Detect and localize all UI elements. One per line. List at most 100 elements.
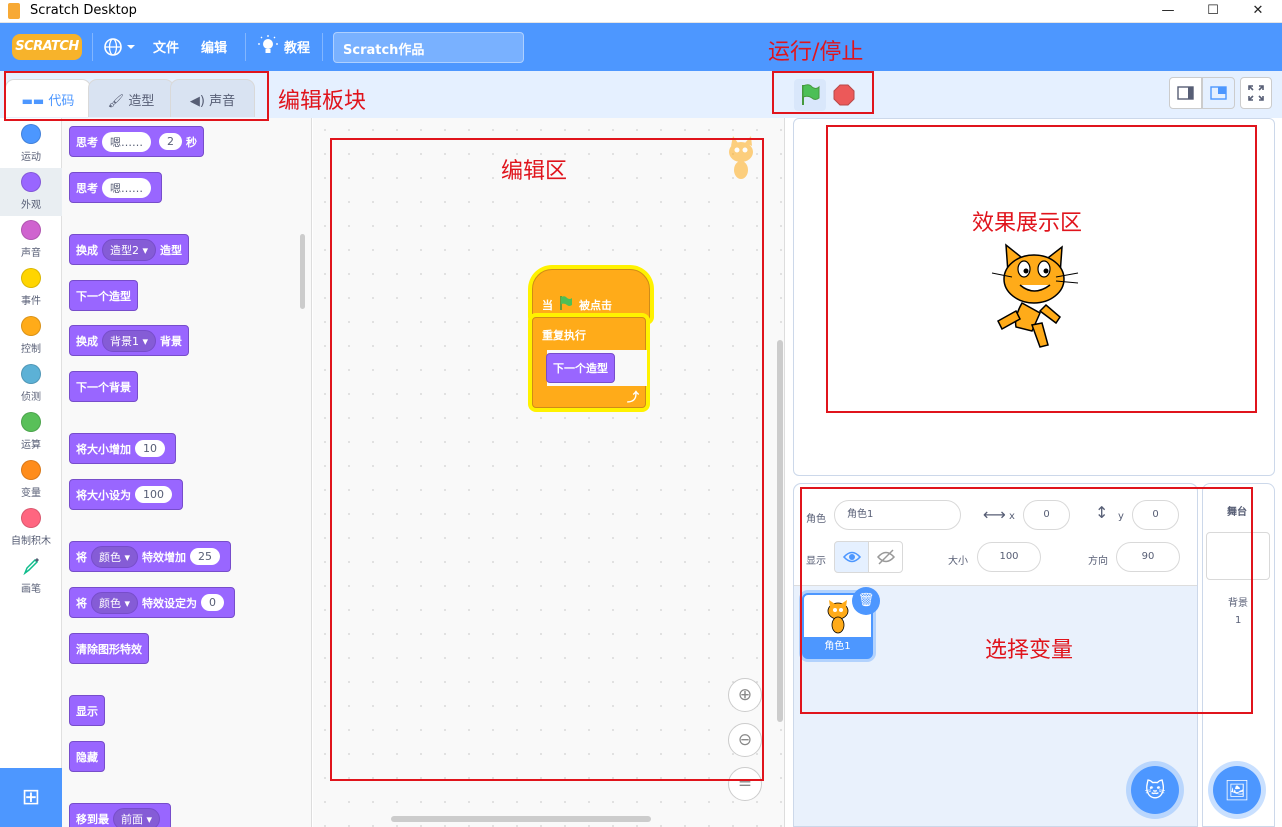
file-menu[interactable]: 文件 <box>153 37 179 56</box>
fullscreen-button[interactable] <box>1240 77 1272 109</box>
add-extension-icon: ⊞ <box>21 785 41 810</box>
block-input[interactable]: 25 <box>190 548 221 565</box>
block-change-size[interactable]: 将大小增加 10 <box>69 433 176 464</box>
annotation-run-stop: 运行/停止 <box>768 40 864 65</box>
category-motion[interactable]: 运动 <box>0 120 62 168</box>
block-dropdown[interactable]: 背景1 ▾ <box>102 329 157 352</box>
block-text: 移到最 <box>76 812 109 826</box>
block-dropdown[interactable]: 前面 ▾ <box>113 807 161 827</box>
globe-icon <box>104 38 135 56</box>
events-dot-icon <box>21 268 41 288</box>
menu-separator <box>245 33 246 61</box>
block-dropdown[interactable]: 颜色 ▾ <box>91 545 139 568</box>
block-text: 换成 <box>76 243 98 257</box>
block-think-for-secs[interactable]: 思考 嗯…… 2 秒 <box>69 126 204 157</box>
category-sensing[interactable]: 侦测 <box>0 360 62 408</box>
cat-add-icon: 🐱 <box>1144 778 1166 802</box>
category-label: 画笔 <box>21 584 41 595</box>
category-variables[interactable]: 变量 <box>0 456 62 504</box>
block-text: 思考 <box>76 135 98 149</box>
block-text: 将 <box>76 596 87 610</box>
block-dropdown[interactable]: 颜色 ▾ <box>91 591 139 614</box>
variables-dot-icon <box>21 460 41 480</box>
category-pen[interactable]: 画笔 <box>0 552 62 600</box>
block-text: 特效设定为 <box>142 596 198 610</box>
block-dropdown[interactable]: 造型2 ▾ <box>102 238 157 261</box>
block-text: 秒 <box>186 135 197 149</box>
block-input[interactable]: 嗯…… <box>102 177 151 198</box>
language-menu[interactable] <box>103 36 139 58</box>
block-set-size[interactable]: 将大小设为 100 <box>69 479 183 510</box>
tutorials-button[interactable]: 教程 <box>258 35 318 59</box>
category-label: 控制 <box>21 344 41 355</box>
scratch-logo[interactable]: SCRATCH <box>12 34 82 60</box>
category-label: 声音 <box>21 248 41 259</box>
tutorials-label: 教程 <box>284 41 311 56</box>
block-hide[interactable]: 隐藏 <box>69 741 105 772</box>
small-stage-icon <box>1177 86 1194 100</box>
block-think[interactable]: 思考 嗯…… <box>69 172 162 203</box>
project-title-input[interactable]: Scratch作品 <box>333 32 524 63</box>
block-text: 隐藏 <box>76 750 98 764</box>
sound-dot-icon <box>21 220 41 240</box>
block-next-backdrop[interactable]: 下一个背景 <box>69 371 138 402</box>
app-icon <box>8 3 20 19</box>
block-palette: 思考 嗯…… 2 秒 思考 嗯…… 换成 造型2 ▾ 造型 下一个造型 换成 背… <box>62 118 312 827</box>
lightbulb-icon <box>258 35 278 53</box>
annotation-box-sprite <box>800 487 1253 714</box>
looks-dot-icon <box>21 172 41 192</box>
annotation-select-var: 选择变量 <box>985 638 1074 663</box>
block-clear-effects[interactable]: 清除图形特效 <box>69 633 149 664</box>
block-switch-backdrop[interactable]: 换成 背景1 ▾ 背景 <box>69 325 190 356</box>
add-extension-button[interactable]: ⊞ <box>0 768 62 827</box>
menu-separator <box>92 33 93 61</box>
control-dot-icon <box>21 316 41 336</box>
block-input[interactable]: 0 <box>201 594 225 611</box>
block-switch-costume[interactable]: 换成 造型2 ▾ 造型 <box>69 234 190 265</box>
category-events[interactable]: 事件 <box>0 264 62 312</box>
block-input[interactable]: 2 <box>159 133 182 150</box>
category-operators[interactable]: 运算 <box>0 408 62 456</box>
fullscreen-icon <box>1248 85 1264 101</box>
block-categories: 运动 外观 声音 事件 控制 侦测 运算 变量 自制积木 画笔 <box>0 118 62 768</box>
category-looks[interactable]: 外观 <box>0 168 62 216</box>
annotation-box-run-stop <box>772 71 874 114</box>
block-input[interactable]: 10 <box>135 440 165 457</box>
close-button[interactable]: ✕ <box>1235 0 1281 22</box>
block-show[interactable]: 显示 <box>69 695 105 726</box>
large-stage-button[interactable] <box>1202 77 1235 109</box>
category-label: 运动 <box>21 152 41 163</box>
block-text: 换成 <box>76 334 98 348</box>
block-input[interactable]: 嗯…… <box>102 131 151 152</box>
window-title: Scratch Desktop <box>30 3 137 18</box>
palette-scrollbar[interactable] <box>300 234 305 309</box>
category-label: 变量 <box>21 488 41 499</box>
pen-icon <box>23 558 39 576</box>
minimize-button[interactable]: — <box>1145 0 1191 22</box>
category-control[interactable]: 控制 <box>0 312 62 360</box>
block-text: 将大小增加 <box>76 442 131 456</box>
annotation-edit-area: 编辑区 <box>501 159 568 184</box>
block-set-effect[interactable]: 将 颜色 ▾ 特效设定为 0 <box>69 587 236 618</box>
annotation-box-tabs <box>4 71 269 121</box>
menu-separator <box>322 33 323 61</box>
small-stage-button[interactable] <box>1169 77 1202 109</box>
edit-menu[interactable]: 编辑 <box>201 37 227 56</box>
block-text: 特效增加 <box>142 550 187 564</box>
block-text: 清除图形特效 <box>76 642 142 656</box>
maximize-button[interactable]: ☐ <box>1190 0 1236 22</box>
block-next-costume[interactable]: 下一个造型 <box>69 280 138 311</box>
block-input[interactable]: 100 <box>135 486 172 503</box>
annotation-box-stage <box>826 125 1257 413</box>
category-my-blocks[interactable]: 自制积木 <box>0 504 62 552</box>
block-go-to-layer[interactable]: 移到最 前面 ▾ <box>69 803 172 827</box>
annotation-display-area: 效果展示区 <box>972 211 1083 236</box>
choose-backdrop-button[interactable]: 🖼 <box>1213 766 1261 814</box>
block-change-effect[interactable]: 将 颜色 ▾ 特效增加 25 <box>69 541 232 572</box>
block-text: 思考 <box>76 181 98 195</box>
choose-sprite-button[interactable]: 🐱 <box>1131 766 1179 814</box>
category-label: 侦测 <box>21 392 41 403</box>
script-area-horizontal-scrollbar[interactable] <box>391 816 651 822</box>
script-area-vertical-scrollbar[interactable] <box>777 340 783 722</box>
category-sound[interactable]: 声音 <box>0 216 62 264</box>
